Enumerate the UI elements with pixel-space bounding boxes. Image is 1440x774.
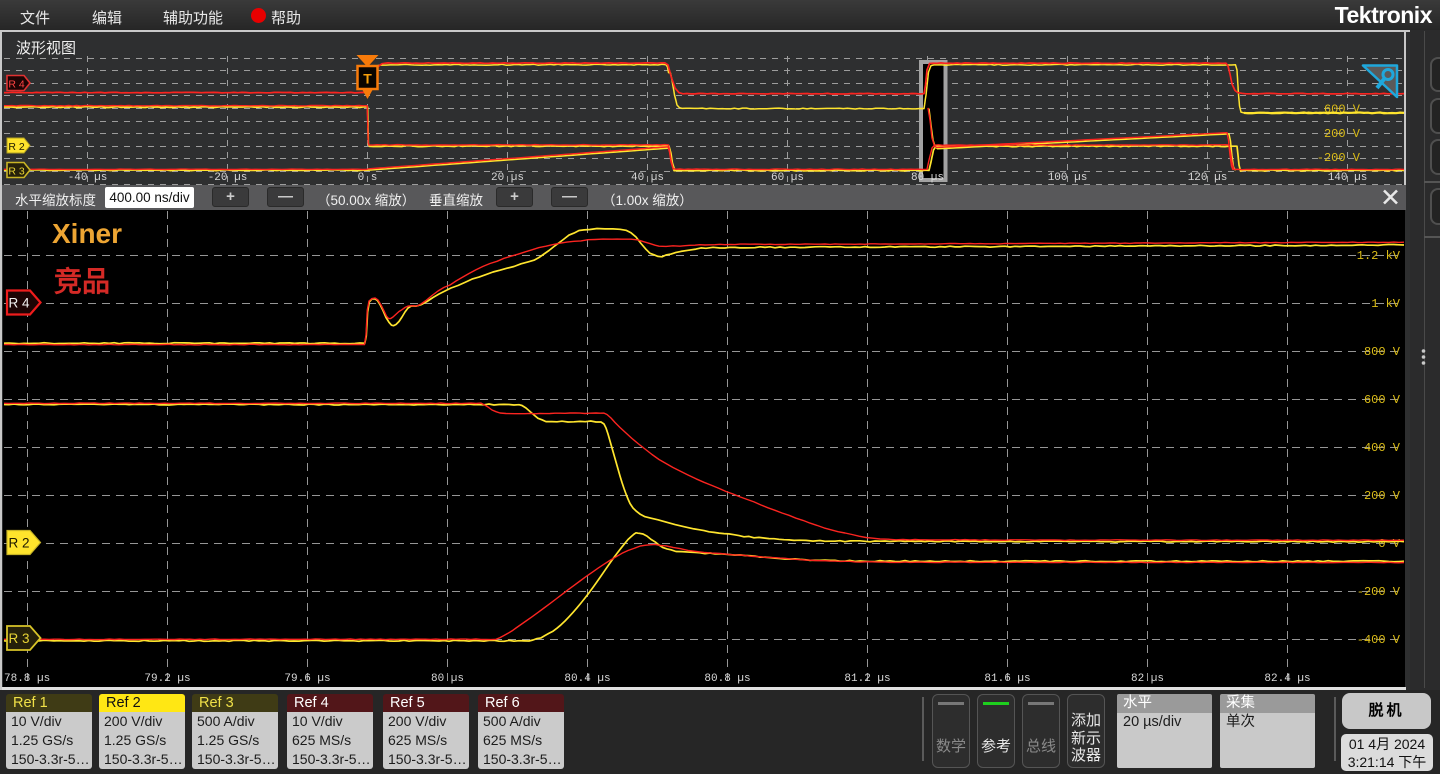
svg-text:81.6 µs: 81.6 µs	[984, 673, 1030, 685]
svg-text:-400 V: -400 V	[1357, 633, 1401, 647]
svg-text:200 V: 200 V	[1364, 489, 1401, 503]
svg-text:79.6 µs: 79.6 µs	[284, 673, 330, 685]
svg-text:80.8 µs: 80.8 µs	[704, 673, 750, 685]
svg-text:R 2: R 2	[8, 536, 29, 551]
svg-text:1 kV: 1 kV	[1371, 297, 1401, 311]
svg-text:竞品: 竞品	[54, 265, 110, 297]
svg-text:1.2 kV: 1.2 kV	[1357, 249, 1401, 263]
svg-text:82.4 µs: 82.4 µs	[1264, 673, 1310, 685]
svg-text:82 µs: 82 µs	[1131, 673, 1164, 685]
svg-text:R 4: R 4	[8, 296, 30, 311]
svg-text:800 V: 800 V	[1364, 345, 1401, 359]
svg-text:0 V: 0 V	[1378, 537, 1400, 551]
svg-text:-200 V: -200 V	[1357, 585, 1401, 599]
svg-text:R 3: R 3	[8, 631, 29, 646]
svg-text:80.4 µs: 80.4 µs	[564, 673, 610, 685]
svg-text:78.8 µs: 78.8 µs	[4, 673, 50, 685]
svg-text:Xiner: Xiner	[52, 218, 122, 249]
svg-text:80 µs: 80 µs	[431, 673, 464, 685]
svg-text:400 V: 400 V	[1364, 441, 1401, 455]
svg-text:81.2 µs: 81.2 µs	[844, 673, 890, 685]
svg-text:79.2 µs: 79.2 µs	[144, 673, 190, 685]
svg-text:600 V: 600 V	[1364, 393, 1401, 407]
